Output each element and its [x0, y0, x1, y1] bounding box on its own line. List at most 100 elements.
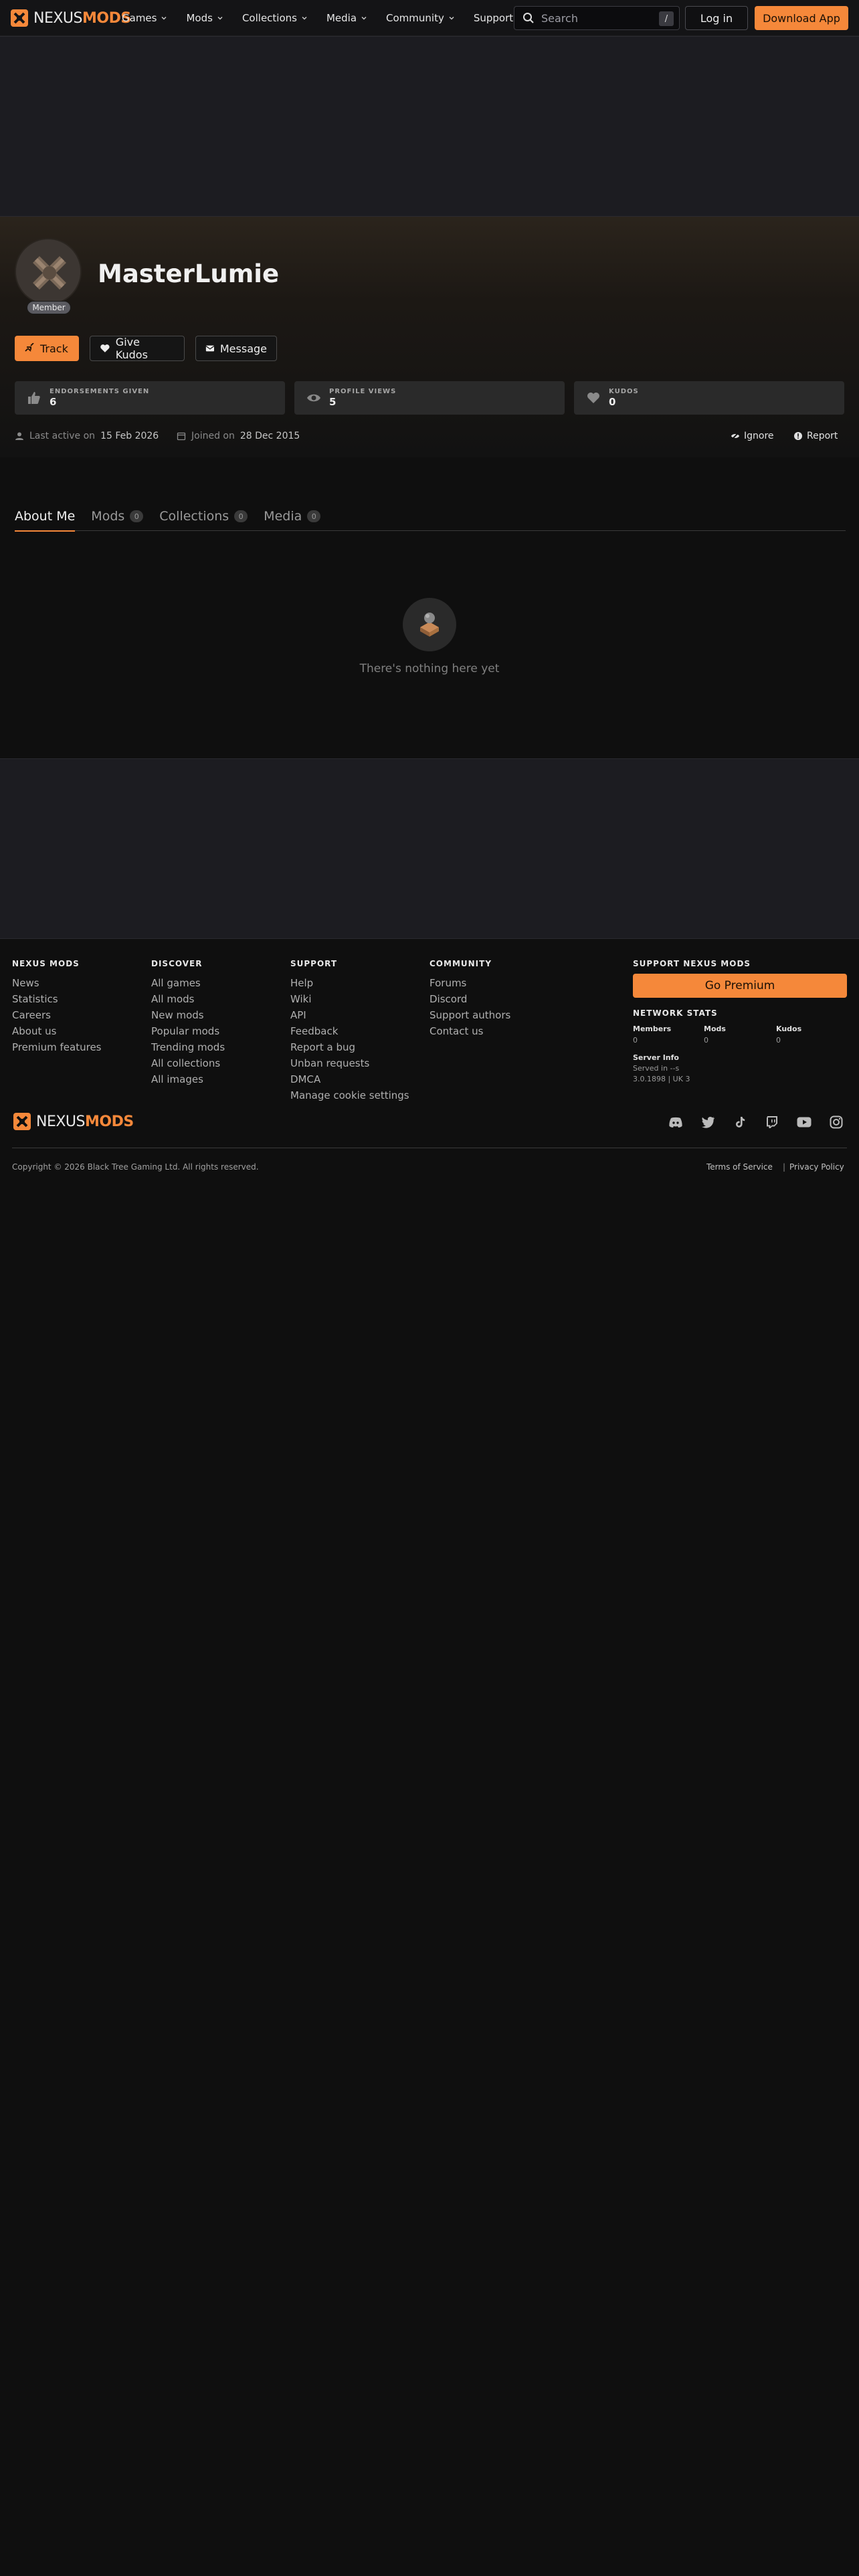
footer-column-title: DISCOVER [151, 959, 203, 968]
profile-tabs: About Me Mods 0 Collections 0 Media 0 [15, 506, 846, 532]
alert-icon [794, 432, 802, 440]
footer-link-trending-mods[interactable]: Trending mods [151, 1039, 225, 1055]
footer-link-contact-us[interactable]: Contact us [430, 1023, 510, 1039]
network-stat-mods: Mods 0 [704, 1025, 726, 1045]
footer-link-all-collections[interactable]: All collections [151, 1055, 225, 1071]
chevron-down-icon [217, 17, 223, 20]
menu-support-label: Support [473, 12, 514, 24]
network-stat-value: 0 [704, 1036, 708, 1045]
twitter-icon[interactable] [700, 1114, 716, 1130]
tiktok-icon[interactable] [732, 1114, 748, 1130]
ignore-button[interactable]: Ignore [731, 431, 774, 441]
go-premium-button[interactable]: Go Premium [633, 974, 847, 998]
support-nexus-title: SUPPORT NEXUS MODS [633, 959, 751, 968]
network-stat-kudos: Kudos 0 [776, 1025, 801, 1045]
footer-link-new-mods[interactable]: New mods [151, 1007, 225, 1023]
footer-support-nexus: SUPPORT NEXUS MODS [633, 959, 751, 975]
nexus-logo-icon [13, 1113, 31, 1130]
stat-endorsements-given: ENDORSEMENTS GIVEN 6 [15, 381, 285, 415]
network-stat-value: 0 [633, 1036, 638, 1045]
footer-link-all-games[interactable]: All games [151, 975, 225, 991]
footer-link-statistics[interactable]: Statistics [12, 991, 101, 1007]
joined-info: Joined on 28 Dec 2015 [177, 431, 300, 441]
login-button[interactable]: Log in [685, 6, 748, 30]
download-app-button[interactable]: Download App [755, 6, 848, 30]
menu-community[interactable]: Community [377, 0, 464, 36]
tab-label: Mods [91, 509, 125, 524]
footer-link-all-mods[interactable]: All mods [151, 991, 225, 1007]
stat-kudos: KUDOS 0 [574, 381, 844, 415]
chevron-down-icon [161, 17, 167, 20]
network-stat-members: Members 0 [633, 1025, 671, 1045]
legal-separator: | [783, 1162, 786, 1172]
footer-column-community: COMMUNITY Forums Discord Support authors… [430, 959, 510, 1039]
chevron-down-icon [302, 17, 307, 20]
stat-label: PROFILE VIEWS [329, 388, 397, 395]
tab-media[interactable]: Media 0 [264, 506, 321, 531]
network-stat-value: 0 [776, 1036, 781, 1045]
footer-link-report-bug[interactable]: Report a bug [290, 1039, 409, 1055]
track-button[interactable]: Track [15, 336, 79, 361]
instagram-icon[interactable] [828, 1114, 844, 1130]
server-info: Server Info Served in --s 3.0.1898 | UK … [633, 1053, 690, 1085]
footer-logo[interactable]: NEXUSMODS [12, 1111, 134, 1132]
footer-link-careers[interactable]: Careers [12, 1007, 101, 1023]
last-active-value: 15 Feb 2026 [100, 431, 159, 441]
message-button[interactable]: Message [195, 336, 277, 361]
report-label: Report [807, 431, 838, 441]
search-box[interactable]: / [514, 6, 680, 30]
track-button-label: Track [40, 342, 68, 355]
footer-link-support-authors[interactable]: Support authors [430, 1007, 510, 1023]
logo-text-nexus: NEXUS [36, 1113, 86, 1130]
ignore-label: Ignore [744, 431, 774, 441]
stat-value: 5 [329, 396, 337, 408]
terms-of-service-link[interactable]: Terms of Service [706, 1162, 773, 1172]
copyright-text: Copyright © 2026 Black Tree Gaming Ltd. … [12, 1162, 259, 1172]
footer-link-about-us[interactable]: About us [12, 1023, 101, 1039]
footer-link-all-images[interactable]: All images [151, 1071, 225, 1087]
footer-link-cookie-settings[interactable]: Manage cookie settings [290, 1087, 409, 1103]
tab-mods[interactable]: Mods 0 [91, 506, 144, 531]
menu-media[interactable]: Media [317, 0, 377, 36]
tab-collections[interactable]: Collections 0 [159, 506, 248, 531]
footer-link-discord[interactable]: Discord [430, 991, 510, 1007]
profile-username: MasterLumie [98, 259, 280, 288]
footer-column-title: SUPPORT [290, 959, 338, 968]
footer-link-forums[interactable]: Forums [430, 975, 510, 991]
menu-games-label: Games [122, 12, 157, 24]
served-in-text: Served in --s [633, 1064, 680, 1073]
report-button[interactable]: Report [793, 431, 838, 441]
footer-link-wiki[interactable]: Wiki [290, 991, 409, 1007]
give-kudos-button[interactable]: Give Kudos [90, 336, 185, 361]
top-nav: NEXUSMODS Games Mods Collections Media C… [0, 0, 859, 36]
tab-count-badge: 0 [307, 510, 321, 522]
footer-link-premium-features[interactable]: Premium features [12, 1039, 101, 1055]
youtube-icon[interactable] [796, 1114, 812, 1130]
privacy-policy-link[interactable]: Privacy Policy [789, 1162, 844, 1172]
menu-collections[interactable]: Collections [233, 0, 317, 36]
member-badge: Member [27, 301, 71, 314]
footer-link-api[interactable]: API [290, 1007, 409, 1023]
footer-column-support: SUPPORT Help Wiki API Feedback Report a … [290, 959, 409, 1103]
search-shortcut-key: / [659, 11, 674, 26]
top-ad-banner [0, 36, 859, 217]
menu-collections-label: Collections [242, 12, 297, 24]
discord-icon[interactable] [668, 1114, 684, 1130]
heart-icon [100, 344, 110, 352]
stat-profile-views: PROFILE VIEWS 5 [294, 381, 565, 415]
footer-link-dmca[interactable]: DMCA [290, 1071, 409, 1087]
empty-state-icon [403, 598, 456, 651]
menu-games[interactable]: Games [112, 0, 177, 36]
tab-about-me[interactable]: About Me [15, 506, 76, 532]
footer-link-popular-mods[interactable]: Popular mods [151, 1023, 225, 1039]
footer-link-unban-requests[interactable]: Unban requests [290, 1055, 409, 1071]
menu-mods[interactable]: Mods [177, 0, 232, 36]
last-active-label: Last active on [29, 431, 96, 441]
footer-link-help[interactable]: Help [290, 975, 409, 991]
search-input[interactable] [541, 11, 648, 25]
twitch-icon[interactable] [764, 1114, 780, 1130]
footer-link-feedback[interactable]: Feedback [290, 1023, 409, 1039]
footer-link-news[interactable]: News [12, 975, 101, 991]
avatar [15, 238, 82, 305]
heart-icon [587, 393, 599, 403]
